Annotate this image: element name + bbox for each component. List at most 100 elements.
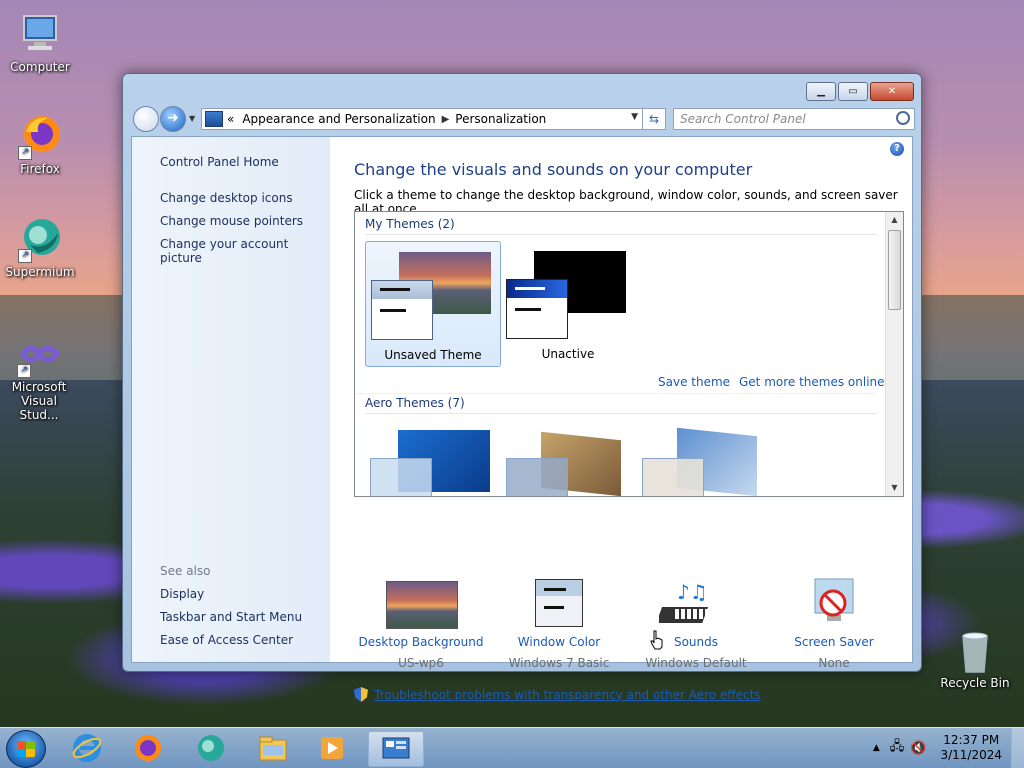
close-button[interactable]: ✕ — [870, 82, 914, 101]
back-button[interactable] — [133, 106, 159, 132]
help-icon[interactable]: ? — [890, 142, 904, 156]
desktop-icon-label: Recycle Bin — [940, 676, 1010, 690]
theme-unactive[interactable]: Unactive — [501, 241, 635, 365]
supermium-icon — [198, 735, 224, 761]
clock-time: 12:37 PM — [943, 733, 1000, 747]
window-color-setting[interactable]: Window Color Windows 7 Basic — [489, 577, 629, 670]
caption-buttons: ▁ ▭ ✕ — [804, 82, 914, 101]
theme-window-preview — [371, 280, 433, 340]
supermium-icon: ↗ — [16, 215, 64, 263]
network-icon[interactable]: 🖧 — [890, 737, 905, 759]
screen-saver-icon — [797, 577, 871, 629]
search-box[interactable]: Search Control Panel — [673, 108, 915, 130]
firefox-icon: ↗ — [16, 112, 64, 160]
taskbar-control-panel[interactable] — [368, 731, 424, 767]
group-divider — [365, 413, 877, 414]
breadcrumb-personalization[interactable]: Personalization — [455, 112, 546, 126]
save-theme-link[interactable]: Save theme — [658, 375, 730, 389]
breadcrumb-appearance[interactable]: Appearance and Personalization — [242, 112, 435, 126]
address-bar[interactable]: « Appearance and Personalization ▶ Perso… — [201, 108, 643, 130]
desktop-background-title[interactable]: Desktop Background — [351, 635, 491, 649]
desktop-icon-visual-studio[interactable]: ↗ Microsoft Visual Stud... — [0, 330, 78, 422]
screen-saver-value: None — [818, 656, 850, 670]
theme-list-scrollbar[interactable]: ▲ ▼ — [885, 212, 903, 496]
page-title: Change the visuals and sounds on your co… — [354, 160, 753, 179]
breadcrumb-separator-icon[interactable]: ▶ — [442, 114, 450, 125]
troubleshoot-aero-link[interactable]: Troubleshoot problems with transparency … — [374, 688, 761, 702]
desktop-icon-computer[interactable]: Computer — [0, 10, 80, 74]
scrollbar-thumb[interactable] — [888, 230, 901, 310]
desktop-icon-supermium[interactable]: ↗ Supermium — [0, 215, 80, 279]
taskbar-file-explorer[interactable] — [246, 731, 300, 765]
aero-themes-group-title: Aero Themes (7) — [365, 396, 465, 410]
start-button[interactable] — [6, 730, 46, 768]
theme-list[interactable]: My Themes (2) Unsaved Theme Unactive Sav… — [354, 211, 904, 497]
change-account-picture-link[interactable]: Change your account picture — [160, 237, 330, 265]
clock[interactable]: 12:37 PM 3/11/2024 — [940, 733, 1002, 763]
personalization-window[interactable]: ▁ ▭ ✕ ➜ ▼ « Appearance and Personalizati… — [122, 73, 922, 702]
svg-text:♪♫: ♪♫ — [677, 580, 708, 604]
content-area: Control Panel Home Change desktop icons … — [131, 136, 913, 702]
aero-theme-architecture[interactable] — [501, 428, 635, 496]
internet-explorer-icon — [72, 734, 102, 762]
search-placeholder[interactable]: Search Control Panel — [680, 112, 806, 126]
forward-button[interactable]: ➜ — [160, 106, 186, 132]
recent-pages-dropdown[interactable]: ▼ — [189, 114, 195, 123]
control-panel-home-link[interactable]: Control Panel Home — [160, 155, 279, 169]
refresh-button[interactable]: ⇆ — [642, 108, 666, 130]
main-pane: ? Change the visuals and sounds on your … — [330, 137, 912, 702]
scroll-up-icon[interactable]: ▲ — [886, 212, 903, 228]
sounds-icon: ♪♫ — [656, 577, 733, 629]
visual-studio-icon: ↗ — [15, 330, 63, 378]
aero-theme-characters[interactable] — [637, 427, 771, 496]
left-pane: Control Panel Home Change desktop icons … — [132, 137, 330, 662]
sounds-setting[interactable]: ♪♫ Sounds Windows Default — [626, 577, 766, 670]
desktop-background-setting[interactable]: Desktop Background US-wp6 — [351, 577, 491, 670]
aero-theme-windows7[interactable] — [365, 428, 499, 496]
desktop-background-value: US-wp6 — [398, 656, 444, 670]
desktop-icon-label: Firefox — [20, 162, 60, 176]
maximize-button[interactable]: ▭ — [838, 82, 868, 101]
screen-saver-setting[interactable]: Screen Saver None — [764, 577, 904, 670]
windows-logo-icon — [17, 741, 35, 757]
address-dropdown-icon[interactable]: ▼ — [631, 112, 638, 122]
media-player-icon — [321, 737, 343, 759]
control-panel-icon — [382, 737, 410, 759]
change-desktop-icons-link[interactable]: Change desktop icons — [160, 191, 293, 205]
desktop-icon-firefox[interactable]: ↗ Firefox — [0, 112, 80, 176]
computer-icon — [16, 10, 64, 58]
sounds-value: Windows Default — [645, 656, 747, 670]
clock-date: 3/11/2024 — [940, 748, 1002, 762]
show-hidden-icons-icon[interactable]: ▲ — [873, 743, 880, 753]
taskbar: ▲ 🖧 🔇 12:37 PM 3/11/2024 — [0, 727, 1024, 768]
taskbar-media-player[interactable] — [305, 731, 359, 765]
show-desktop-button[interactable] — [1011, 728, 1024, 768]
window-color-title[interactable]: Window Color — [489, 635, 629, 649]
file-explorer-icon — [259, 736, 287, 761]
group-divider — [355, 393, 877, 394]
taskbar-firefox[interactable] — [121, 731, 175, 765]
desktop-icon-label: Computer — [10, 60, 70, 74]
taskbar-start-menu-link[interactable]: Taskbar and Start Menu — [160, 610, 302, 624]
theme-unsaved[interactable]: Unsaved Theme — [365, 241, 501, 367]
theme-window-preview — [506, 458, 568, 496]
group-divider — [365, 234, 877, 235]
volume-muted-icon[interactable]: 🔇 — [910, 741, 926, 756]
theme-label: Unactive — [541, 347, 595, 361]
display-link[interactable]: Display — [160, 587, 204, 601]
taskbar-supermium[interactable] — [184, 731, 238, 765]
my-themes-group-title: My Themes (2) — [365, 217, 455, 231]
desktop-icon-recycle-bin[interactable]: Recycle Bin — [935, 630, 1015, 690]
change-mouse-pointers-link[interactable]: Change mouse pointers — [160, 214, 303, 228]
scroll-down-icon[interactable]: ▼ — [886, 480, 903, 496]
see-also-heading: See also — [160, 564, 211, 578]
get-more-themes-link[interactable]: Get more themes online — [739, 375, 885, 389]
taskbar-internet-explorer[interactable] — [60, 731, 114, 765]
ease-of-access-link[interactable]: Ease of Access Center — [160, 633, 293, 647]
address-overflow[interactable]: « — [227, 112, 234, 126]
recycle-bin-icon — [951, 630, 999, 674]
screen-saver-title[interactable]: Screen Saver — [764, 635, 904, 649]
sounds-title[interactable]: Sounds — [626, 635, 766, 649]
search-icon[interactable] — [896, 111, 910, 125]
minimize-button[interactable]: ▁ — [806, 82, 836, 101]
